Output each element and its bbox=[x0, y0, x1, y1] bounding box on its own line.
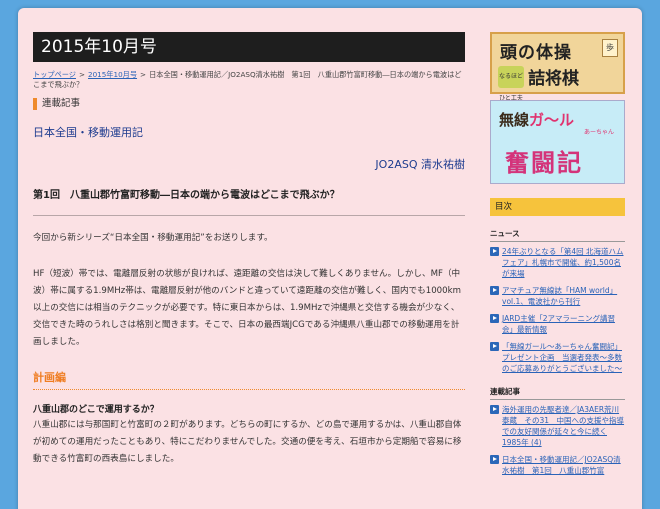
breadcrumb-issue-link[interactable]: 2015年10月号 bbox=[88, 70, 137, 79]
issue-title-bar: 2015年10月号 bbox=[33, 32, 465, 62]
news-link[interactable]: JARD主催「2アマラーニング講習会」最新情報 bbox=[502, 314, 615, 334]
toc-link[interactable]: 目次 bbox=[490, 198, 625, 216]
sub-heading: 八重山郡のどこで運用するか？ bbox=[33, 405, 159, 415]
arrow-icon bbox=[490, 314, 499, 323]
banner1-badge: なるほどひと工夫 bbox=[498, 66, 524, 102]
shogi-piece-icon: 歩 bbox=[602, 39, 618, 57]
banner2-top-text: 無線ガ～ル bbox=[499, 109, 574, 130]
list-item: 日本全国・移動運用記／JO2ASQ清水祐樹 第1回 八重山郡竹富 bbox=[490, 454, 625, 476]
series-link[interactable]: 日本全国・移動運用記／JO2ASQ清水祐樹 第1回 八重山郡竹富 bbox=[502, 455, 621, 475]
breadcrumb: トップページ >2015年10月号 > 日本全国・移動運用記／JO2ASQ清水祐樹 第… bbox=[33, 70, 462, 89]
list-item: アマチュア無線誌「HAM world」vol.1、電波社から刊行 bbox=[490, 285, 625, 307]
breadcrumb-top-link[interactable]: トップページ bbox=[33, 70, 76, 79]
arrow-icon bbox=[490, 247, 499, 256]
plan-heading: 計画編 bbox=[33, 369, 465, 390]
series-list: 海外運用の先駆者達／JA3AER荒川泰蔵 その31 中国への支援や指導での友好関… bbox=[490, 404, 625, 476]
series-heading: 連載記事 bbox=[490, 386, 625, 400]
section-label: 連載記事 bbox=[33, 98, 465, 110]
banner1-sub-text: 詰将棋 bbox=[528, 69, 579, 89]
issue-title: 2015年10月号 bbox=[41, 37, 157, 57]
news-heading: ニュース bbox=[490, 228, 625, 242]
banner1-main-text: 頭の体操 bbox=[500, 43, 572, 63]
banner2-small-text: あーちゃん bbox=[583, 129, 614, 136]
list-item: 「無線ガール～あーちゃん奮闘記」プレゼント企画 当選者発表～多数のご応募ありがと… bbox=[490, 341, 625, 374]
series-link[interactable]: 海外運用の先駆者達／JA3AER荒川泰蔵 その31 中国への支援や指導での友好関… bbox=[502, 405, 624, 447]
list-item: 海外運用の先駆者達／JA3AER荒川泰蔵 その31 中国への支援や指導での友好関… bbox=[490, 404, 625, 448]
news-link[interactable]: 24年ぶりとなる「第4回 北海道ハムフェア」札幌市で開催、約1,500名が来場 bbox=[502, 247, 623, 278]
list-item: JARD主催「2アマラーニング講習会」最新情報 bbox=[490, 313, 625, 335]
banner2-main-text: 奮闘記 bbox=[505, 149, 583, 177]
arrow-icon bbox=[490, 405, 499, 414]
arrow-icon bbox=[490, 455, 499, 464]
news-link[interactable]: アマチュア無線誌「HAM world」vol.1、電波社から刊行 bbox=[502, 286, 617, 306]
divider bbox=[33, 215, 465, 216]
tsumeshogi-banner[interactable]: 頭の体操 なるほどひと工夫 詰将棋 歩 bbox=[490, 32, 625, 102]
main-column: 2015年10月号 トップページ >2015年10月号 > 日本全国・移動運用記／JO… bbox=[33, 32, 465, 468]
author-name: JO2ASQ 清水祐樹 bbox=[375, 158, 465, 171]
sidebar: 頭の体操 なるほどひと工夫 詰将棋 歩 無線ガ～ル あーちゃん 奮闘記 目次 ニ… bbox=[490, 32, 625, 482]
news-list: 24年ぶりとなる「第4回 北海道ハムフェア」札幌市で開催、約1,500名が来場 … bbox=[490, 246, 625, 374]
banner2-top-a: 無線 bbox=[499, 111, 530, 129]
body-paragraph-2: 八重山郡には与那国町と竹富町の２町があります。どちらの町にするか、どの島で運用す… bbox=[33, 420, 462, 464]
arrow-icon bbox=[490, 286, 499, 295]
body-paragraph: HF（短波）帯では、電離層反射の状態が良ければ、遠距離の交信は決して難しくありま… bbox=[33, 269, 461, 347]
news-link[interactable]: 「無線ガール～あーちゃん奮闘記」プレゼント企画 当選者発表～多数のご応募ありがと… bbox=[502, 342, 622, 373]
article-title: 第1回 八重山郡竹富町移動―日本の端から電波はどこまで飛ぶか？ bbox=[33, 190, 340, 201]
series-title: 日本全国・移動運用記 bbox=[33, 126, 143, 139]
intro-paragraph: 今回から新シリーズ“日本全国・移動運用記”をお送りします。 bbox=[33, 233, 273, 243]
list-item: 24年ぶりとなる「第4回 北海道ハムフェア」札幌市で開催、約1,500名が来場 bbox=[490, 246, 625, 279]
banner2-top-b: ガ～ル bbox=[529, 111, 575, 129]
radio-girl-banner[interactable]: 無線ガ～ル あーちゃん 奮闘記 bbox=[490, 100, 625, 184]
arrow-icon bbox=[490, 342, 499, 351]
page-container: 2015年10月号 トップページ >2015年10月号 > 日本全国・移動運用記／JO… bbox=[18, 8, 642, 509]
